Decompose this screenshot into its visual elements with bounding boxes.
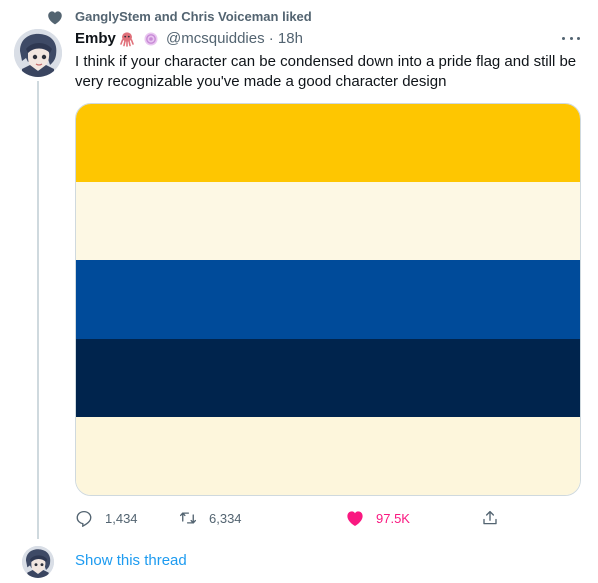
- like-button[interactable]: 97.5K: [346, 506, 410, 530]
- share-icon: [483, 510, 497, 525]
- reply-button[interactable]: 1,434: [75, 506, 138, 530]
- heart-icon: [47, 10, 63, 25]
- octopus-emoji-icon: [119, 31, 135, 47]
- flag-stripe: [76, 416, 580, 495]
- retweet-count: 6,334: [209, 510, 242, 526]
- social-context-text[interactable]: GanglyStem and Chris Voiceman liked: [75, 9, 312, 24]
- flag-stripe: [76, 182, 580, 261]
- heart-filled-icon: [347, 511, 363, 526]
- show-thread-link[interactable]: Show this thread: [75, 552, 187, 569]
- flag-stripe: [76, 338, 580, 417]
- reply-count: 1,434: [105, 510, 138, 526]
- social-context: GanglyStem and Chris Voiceman liked: [0, 8, 598, 26]
- like-count: 97.5K: [376, 510, 410, 526]
- flag-stripe: [76, 260, 580, 339]
- retweet-icon: [179, 512, 197, 524]
- handle-and-time[interactable]: @mcsquiddies · 18h: [166, 30, 303, 47]
- lollipop-emoji-icon: [143, 31, 159, 47]
- retweet-button[interactable]: 6,334: [179, 506, 242, 530]
- author-avatar[interactable]: [14, 29, 62, 77]
- tweet-media-image[interactable]: [75, 103, 581, 496]
- tweet-text: I think if your character can be condens…: [75, 53, 577, 90]
- thread-author-avatar[interactable]: [22, 546, 54, 578]
- tweet-actions: 1,434 6,334 97.5K: [75, 506, 505, 530]
- thread-connector-line: [37, 81, 39, 539]
- more-options-button[interactable]: [562, 31, 580, 45]
- author-name[interactable]: Emby: [75, 30, 116, 47]
- reply-icon: [76, 510, 92, 527]
- flag-stripe: [76, 104, 580, 183]
- share-button[interactable]: [481, 506, 499, 530]
- more-dots-icon: [562, 36, 565, 40]
- tweet-header: Emby @mcsquiddies · 18h: [75, 30, 585, 50]
